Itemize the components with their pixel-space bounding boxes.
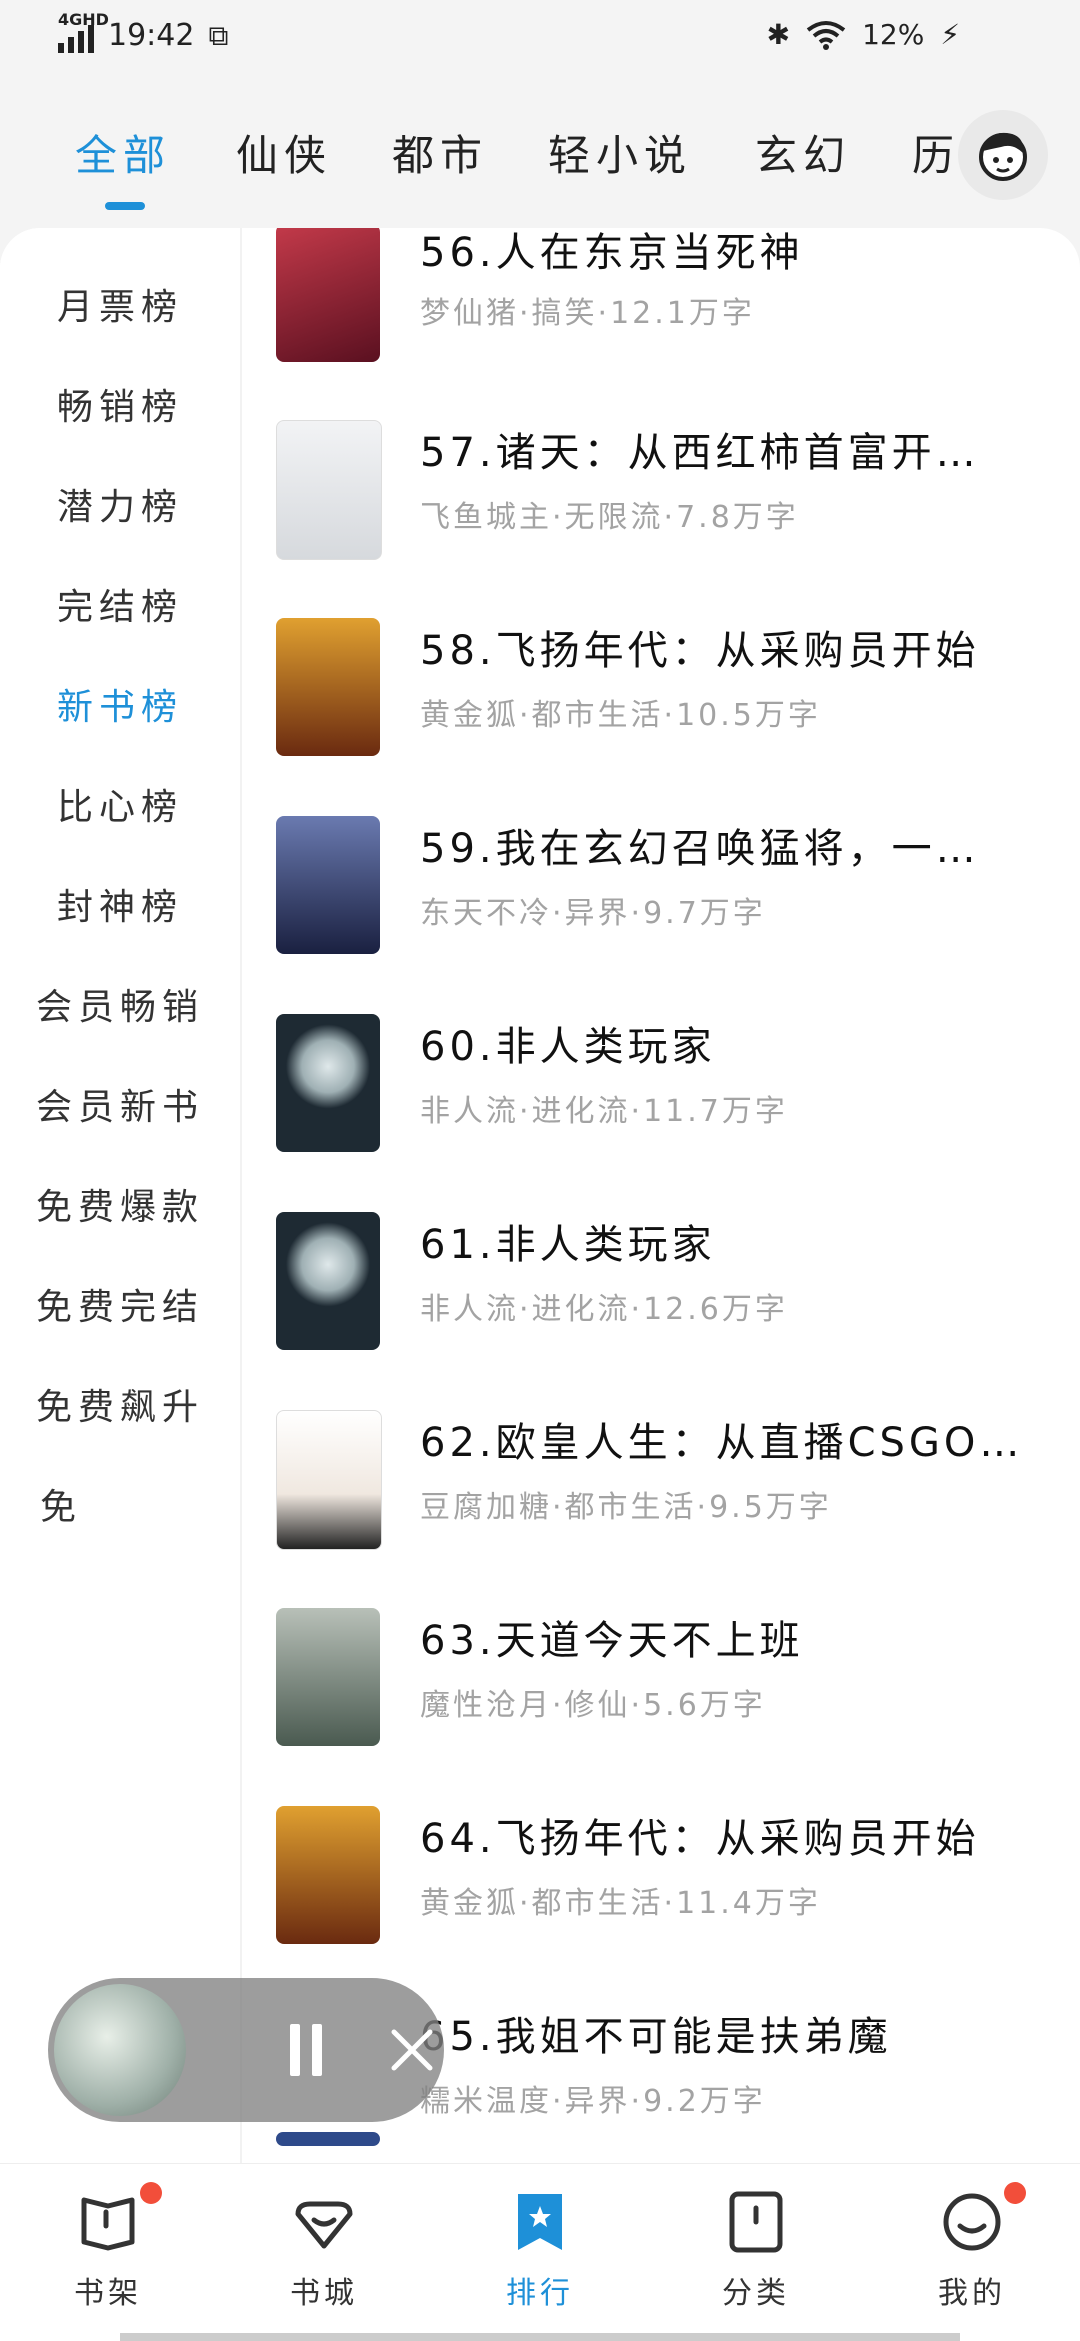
- nav-label: 书城: [290, 2276, 358, 2311]
- book-meta: 黄金狐·都市生活·10.5万字: [420, 698, 821, 733]
- book-meta: 东天不冷·异界·9.7万字: [420, 896, 766, 931]
- sidebar-item-potential[interactable]: 潜力榜: [0, 478, 240, 530]
- tab-history[interactable]: 历: [912, 122, 960, 183]
- book-row[interactable]: 57.诸天：从西红柿首富开… 飞鱼城主·无限流·7.8万字: [240, 420, 1080, 618]
- book-title: 61.非人类玩家: [420, 1222, 716, 1268]
- book-row[interactable]: 62.欧皇人生：从直播CSGO… 豆腐加糖·都市生活·9.5万字: [240, 1410, 1080, 1608]
- tab-xianxia[interactable]: 仙侠: [236, 122, 332, 183]
- ranking-panel: 月票榜 畅销榜 潜力榜 完结榜 新书榜 比心榜 封神榜 会员畅销 会员新书 免费…: [0, 228, 1080, 2163]
- notification-dot: [1004, 2182, 1026, 2204]
- sidebar-item-bestseller[interactable]: 畅销榜: [0, 378, 240, 430]
- book-cover[interactable]: [276, 618, 380, 756]
- book-row[interactable]: 63.天道今天不上班 魔性沧月·修仙·5.6万字: [240, 1608, 1080, 1806]
- book-title: 64.飞扬年代：从采购员开始: [420, 1816, 980, 1862]
- book-title: 62.欧皇人生：从直播CSGO…: [420, 1420, 1020, 1466]
- sidebar-item-free-rising[interactable]: 免费飙升: [0, 1378, 240, 1430]
- book-meta: 糯米温度·异界·9.2万字: [420, 2084, 766, 2119]
- notification-dot: [140, 2182, 162, 2204]
- book-meta: 飞鱼城主·无限流·7.8万字: [420, 500, 799, 535]
- tab-light-novel[interactable]: 轻小说: [548, 122, 692, 183]
- face-icon: [979, 132, 1027, 181]
- book-cover[interactable]: [276, 1212, 380, 1350]
- book-cover[interactable]: [276, 1806, 380, 1944]
- pause-button[interactable]: [286, 2024, 326, 2076]
- category-tabs: 全部 仙侠 都市 轻小说 玄幻 历: [0, 110, 1080, 230]
- sidebar-item-free-hot[interactable]: 免费爆款: [0, 1178, 240, 1230]
- tab-dushi[interactable]: 都市: [392, 122, 488, 183]
- book-title: 63.天道今天不上班: [420, 1618, 804, 1664]
- tab-indicator: [105, 202, 145, 210]
- nav-bookshelf[interactable]: 书架: [48, 2182, 168, 2312]
- book-row[interactable]: 60.非人类玩家 非人流·进化流·11.7万字: [240, 1014, 1080, 1212]
- book-title: 59.我在玄幻召唤猛将，一…: [420, 826, 980, 872]
- book-icon: [81, 2197, 135, 2251]
- nav-label: 我的: [938, 2276, 1006, 2311]
- book-cover[interactable]: [276, 1410, 382, 1550]
- close-icon[interactable]: [386, 2024, 438, 2076]
- book-title: 58.飞扬年代：从采购员开始: [420, 628, 980, 674]
- charging-icon: ⚡: [940, 18, 960, 51]
- book-cover[interactable]: [276, 2132, 380, 2146]
- book-meta: 豆腐加糖·都市生活·9.5万字: [420, 1490, 832, 1525]
- book-cover[interactable]: [276, 816, 380, 954]
- floating-audio-player[interactable]: [48, 1978, 444, 2122]
- book-title: 65.我姐不可能是扶弟魔: [420, 2014, 892, 2060]
- sidebar-item-new-books[interactable]: 新书榜: [0, 678, 240, 730]
- book-cover[interactable]: [276, 1608, 380, 1746]
- sidebar-item-vip-bestseller[interactable]: 会员畅销: [0, 978, 240, 1030]
- sidebar-item-free-partial[interactable]: 免: [0, 1478, 240, 1530]
- sidebar-item-vip-new[interactable]: 会员新书: [0, 1078, 240, 1130]
- book-list: 56.人在东京当死神 梦仙猪·搞笑·12.1万字 57.诸天：从西红柿首富开… …: [240, 228, 1080, 2163]
- nav-profile[interactable]: 我的: [912, 2182, 1032, 2312]
- book-title: 57.诸天：从西红柿首富开…: [420, 430, 980, 476]
- network-label: 4GHD: [58, 10, 109, 29]
- book-row[interactable]: 59.我在玄幻召唤猛将，一… 东天不冷·异界·9.7万字: [240, 816, 1080, 1014]
- smile-icon: [943, 2193, 1001, 2251]
- book-meta: 非人流·进化流·12.6万字: [420, 1292, 788, 1327]
- status-bar: 4GHD 19:42 ⧉ ✱ 12% ⚡: [0, 0, 1080, 80]
- book-cover[interactable]: [276, 1014, 380, 1152]
- battery-level: 12%: [862, 18, 925, 51]
- wifi-icon: [806, 20, 846, 50]
- book-row[interactable]: 61.非人类玩家 非人流·进化流·12.6万字: [240, 1212, 1080, 1410]
- nav-label: 书架: [74, 2276, 142, 2311]
- nav-category[interactable]: 分类: [696, 2190, 816, 2312]
- book-title: 60.非人类玩家: [420, 1024, 716, 1070]
- nav-label: 分类: [722, 2276, 790, 2311]
- bookmark-star-icon: [518, 2194, 562, 2250]
- bottom-nav: 书架 书城 排行 分类 我的: [0, 2163, 1080, 2341]
- store-icon: [295, 2201, 353, 2249]
- nav-ranking[interactable]: 排行: [480, 2190, 600, 2312]
- book-meta: 黄金狐·都市生活·11.4万字: [420, 1886, 821, 1921]
- book-cover[interactable]: [276, 420, 382, 560]
- sidebar-item-bixin[interactable]: 比心榜: [0, 778, 240, 830]
- book-title: 56.人在东京当死神: [420, 230, 804, 276]
- book-meta: 非人流·进化流·11.7万字: [420, 1094, 788, 1129]
- status-time: 19:42: [108, 18, 195, 53]
- sidebar-item-completed[interactable]: 完结榜: [0, 578, 240, 630]
- nav-label: 排行: [506, 2276, 574, 2311]
- user-avatar[interactable]: [958, 110, 1048, 200]
- sidebar-item-fengshen[interactable]: 封神榜: [0, 878, 240, 930]
- player-cover[interactable]: [54, 1984, 186, 2116]
- book-meta: 魔性沧月·修仙·5.6万字: [420, 1688, 766, 1723]
- sidebar-item-free-completed[interactable]: 免费完结: [0, 1278, 240, 1330]
- tab-xuanhuan[interactable]: 玄幻: [755, 122, 851, 183]
- bluetooth-icon: ✱: [766, 18, 791, 51]
- book-row[interactable]: 58.飞扬年代：从采购员开始 黄金狐·都市生活·10.5万字: [240, 618, 1080, 816]
- book-meta: 梦仙猪·搞笑·12.1万字: [420, 296, 755, 331]
- ranking-sidebar: 月票榜 畅销榜 潜力榜 完结榜 新书榜 比心榜 封神榜 会员畅销 会员新书 免费…: [0, 228, 242, 2163]
- book-cover[interactable]: [276, 228, 380, 362]
- book-row[interactable]: 64.飞扬年代：从采购员开始 黄金狐·都市生活·11.4万字: [240, 1806, 1080, 2004]
- nav-bookstore[interactable]: 书城: [264, 2190, 384, 2312]
- screenshot-icon: ⧉: [208, 18, 229, 52]
- sidebar-item-monthly[interactable]: 月票榜: [0, 278, 240, 330]
- book-row[interactable]: 56.人在东京当死神 梦仙猪·搞笑·12.1万字: [240, 228, 1080, 426]
- category-icon: [729, 2191, 783, 2253]
- tab-all[interactable]: 全部: [75, 122, 171, 183]
